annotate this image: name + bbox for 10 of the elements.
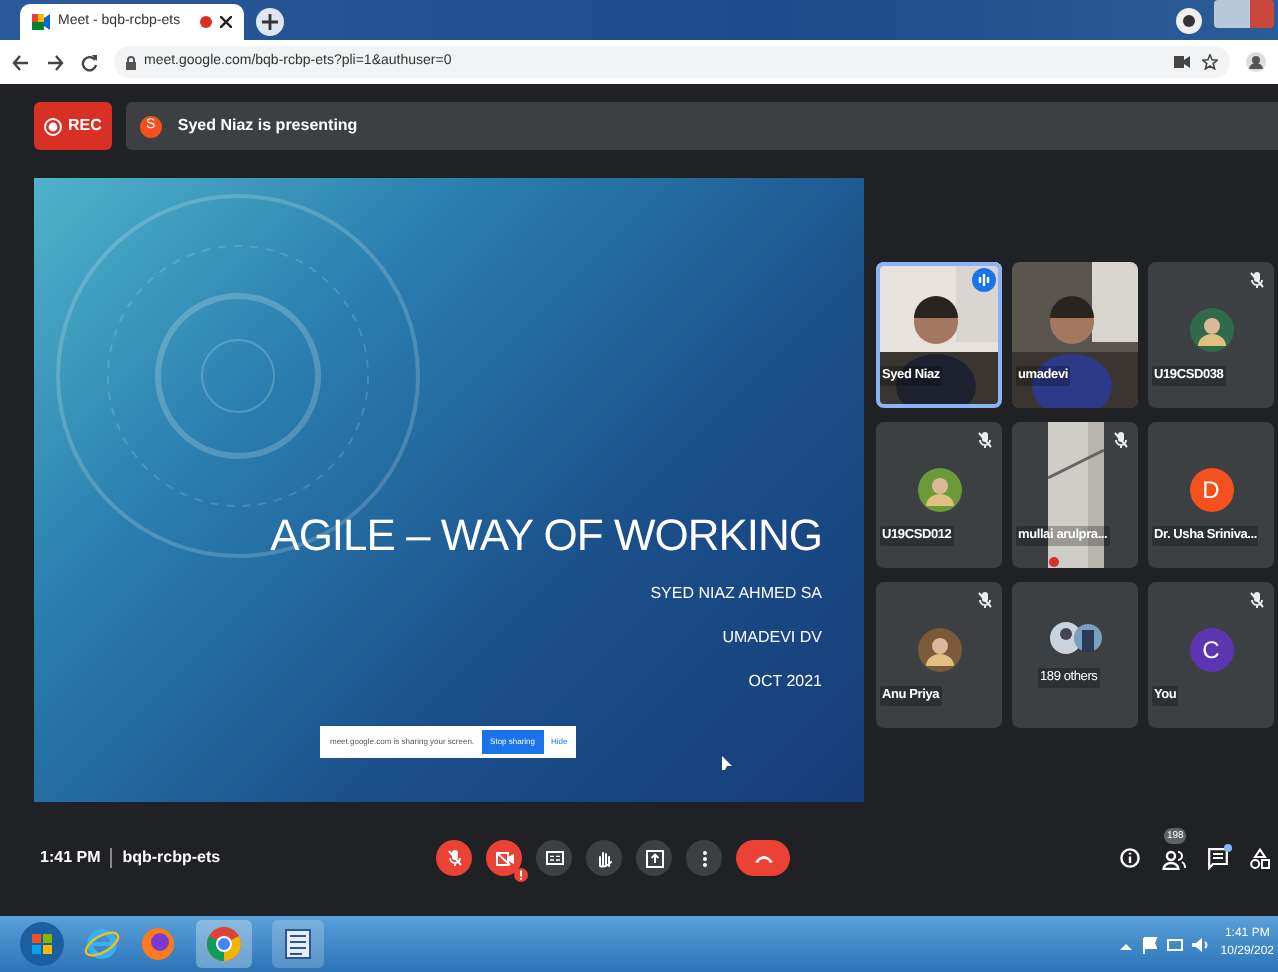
meeting-time: 1:41 PM bbox=[38, 846, 101, 870]
slide-subtitle: SYED NIAZ AHMED SA bbox=[650, 582, 822, 606]
slide-subtitle: UMADEVI DV bbox=[722, 626, 822, 650]
meeting-code: bqb-rcbp-ets bbox=[122, 846, 221, 870]
presenting-text: Syed Niaz is presenting bbox=[177, 114, 358, 138]
letter-avatar: D bbox=[1189, 468, 1233, 512]
recording-badge: REC bbox=[34, 102, 112, 150]
slide-subtitle: OCT 2021 bbox=[748, 670, 822, 694]
letter-avatar: C bbox=[1189, 628, 1233, 672]
slide-title: AGILE – WAY OF WORKING bbox=[270, 510, 822, 562]
